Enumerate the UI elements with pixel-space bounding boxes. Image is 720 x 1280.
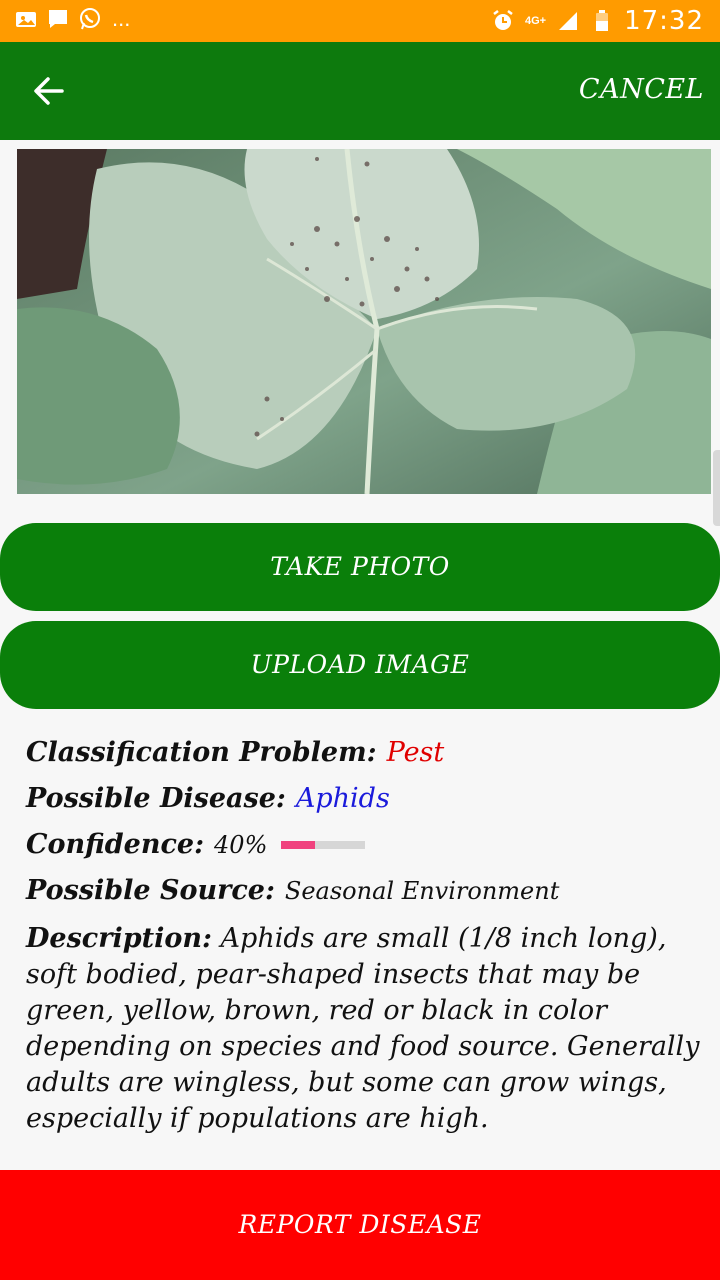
- confidence-label: Confidence:: [26, 829, 205, 860]
- arrow-left-icon: [34, 77, 64, 105]
- classification-row: Classification Problem: Pest: [26, 737, 710, 768]
- clock: 17:32: [624, 6, 704, 36]
- leaf-photo: [17, 149, 711, 494]
- classification-value: Pest: [386, 737, 445, 768]
- back-button[interactable]: [28, 70, 70, 112]
- battery-icon: [590, 9, 614, 33]
- upload-image-button[interactable]: UPLOAD IMAGE: [0, 621, 720, 709]
- more-notifications-icon: ...: [112, 6, 131, 31]
- diagnosis-panel: Classification Problem: Pest Possible Di…: [26, 737, 710, 1137]
- scrollbar[interactable]: [713, 450, 720, 526]
- disease-row: Possible Disease: Aphids: [26, 783, 710, 814]
- alarm-icon: [491, 9, 515, 33]
- confidence-row: Confidence: 40%: [26, 829, 710, 860]
- system-icons: 4G+ 17:32: [491, 6, 704, 36]
- source-value: Seasonal Environment: [284, 876, 560, 905]
- confidence-value: 40%: [214, 830, 268, 859]
- source-row: Possible Source: Seasonal Environment: [26, 875, 710, 906]
- source-label: Possible Source:: [26, 875, 275, 906]
- network-type: 4G+: [524, 14, 547, 27]
- image-notification-icon: [14, 7, 38, 31]
- confidence-bar-fill: [281, 840, 315, 849]
- report-disease-button[interactable]: REPORT DISEASE: [0, 1170, 720, 1280]
- cancel-button[interactable]: CANCEL: [579, 74, 704, 105]
- app-bar: CANCEL: [0, 42, 720, 140]
- description: Description: Aphids are small (1/8 inch …: [26, 921, 710, 1137]
- notification-icons: ...: [14, 6, 130, 32]
- description-text: Aphids are small (1/8 inch long), soft b…: [26, 923, 700, 1134]
- description-label: Description:: [26, 923, 212, 954]
- status-bar: ... 4G+ 17:32: [0, 0, 720, 42]
- classification-label: Classification Problem:: [26, 737, 377, 768]
- take-photo-button[interactable]: TAKE PHOTO: [0, 523, 720, 611]
- disease-value: Aphids: [295, 783, 390, 814]
- whatsapp-icon: [78, 7, 102, 31]
- message-icon: [46, 7, 70, 31]
- confidence-bar: [281, 840, 366, 849]
- disease-label: Possible Disease:: [26, 783, 286, 814]
- signal-icon: [556, 9, 580, 33]
